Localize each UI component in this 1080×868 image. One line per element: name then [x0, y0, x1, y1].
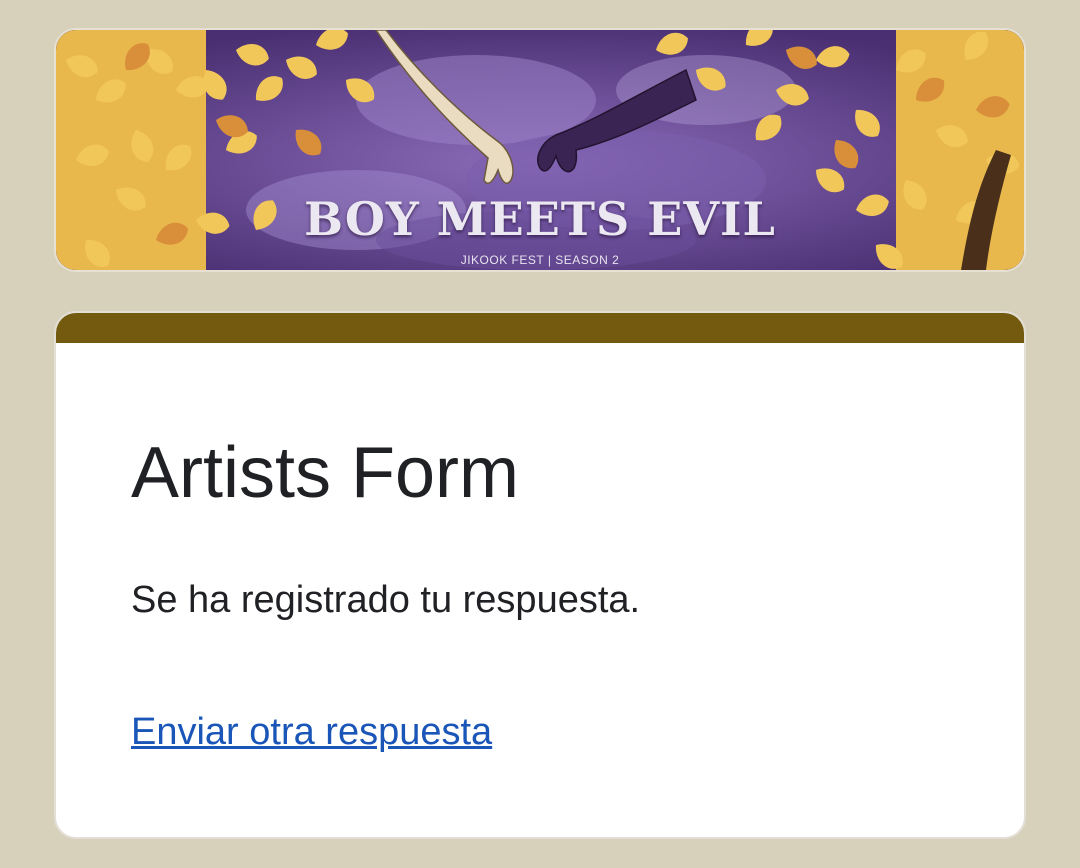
accent-bar: [56, 313, 1024, 343]
form-title: Artists Form: [131, 433, 519, 513]
header-banner: BOY MEETS EVIL JIKOOK FEST | SEASON 2: [54, 28, 1026, 272]
confirmation-message: Se ha registrado tu respuesta.: [131, 579, 641, 621]
banner-title: BOY MEETS EVIL: [304, 192, 776, 246]
submit-another-response-link[interactable]: Enviar otra respuesta: [131, 713, 492, 751]
banner-subtitle: JIKOOK FEST | SEASON 2: [460, 253, 620, 267]
form-card: Artists Form Se ha registrado tu respues…: [54, 311, 1026, 839]
